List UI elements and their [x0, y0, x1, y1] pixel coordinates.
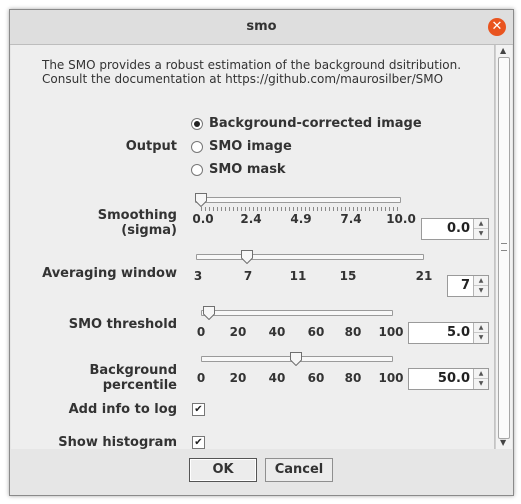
tick-label: 11 — [289, 269, 307, 283]
tick-label: 15 — [339, 269, 357, 283]
output-label: Output — [125, 139, 177, 154]
tick-label: 3 — [193, 269, 203, 283]
tick-label: 4.9 — [290, 212, 312, 226]
radio-label: Background-corrected image — [209, 116, 422, 131]
smoothing-spinner[interactable]: 0.0 ▲ ▼ — [421, 218, 489, 240]
show-histogram-checkbox[interactable]: ✔ — [192, 436, 205, 449]
button-bar: OK Cancel — [10, 450, 513, 495]
radio-label: SMO image — [209, 139, 292, 154]
dialog-window: smo ✕ The SMO provides a robust estimati… — [9, 9, 514, 496]
tick-label: 7.4 — [340, 212, 362, 226]
averaging-value[interactable]: 7 — [461, 278, 470, 293]
tick-label: 60 — [307, 325, 325, 339]
ok-button[interactable]: OK — [189, 458, 257, 482]
percentile-spinner[interactable]: 50.0 ▲ ▼ — [408, 368, 489, 390]
chevron-down-icon[interactable]: ▼ — [474, 333, 488, 343]
spinner-buttons[interactable]: ▲ ▼ — [473, 276, 488, 296]
tick-label: 100 — [378, 325, 404, 339]
dialog-content: The SMO provides a robust estimation of … — [11, 45, 495, 450]
threshold-slider[interactable]: 0 20 40 60 80 100 — [197, 306, 404, 342]
window-title: smo — [246, 19, 277, 34]
tick-label: 7 — [243, 269, 253, 283]
slider-thumb[interactable] — [203, 306, 215, 320]
tick-label: 80 — [344, 325, 362, 339]
radio-smo-image[interactable]: SMO image — [191, 139, 292, 154]
chevron-up-icon[interactable]: ▲ — [474, 219, 488, 229]
chevron-down-icon[interactable]: ▼ — [474, 379, 488, 389]
spinner-buttons[interactable]: ▲ ▼ — [473, 219, 488, 239]
tick-label: 2.4 — [240, 212, 262, 226]
averaging-slider[interactable]: 3 7 11 15 21 — [193, 250, 432, 286]
averaging-spinner[interactable]: 7 ▲ ▼ — [447, 275, 489, 297]
show-histogram-label: Show histogram — [58, 435, 177, 450]
scroll-down-icon[interactable]: ▼ — [500, 438, 506, 447]
tick-label: 20 — [229, 371, 247, 385]
chevron-up-icon[interactable]: ▲ — [474, 276, 488, 286]
smoothing-slider[interactable]: 0.0 2.4 4.9 7.4 10.0 — [192, 193, 416, 229]
close-icon[interactable]: ✕ — [488, 18, 506, 36]
radio-button-icon[interactable] — [191, 163, 203, 176]
grip-icon — [501, 243, 507, 251]
cancel-button[interactable]: Cancel — [265, 458, 333, 482]
slider-track[interactable] — [195, 197, 401, 203]
description-line-1: The SMO provides a robust estimation of … — [42, 58, 462, 72]
add-info-label: Add info to log — [68, 402, 177, 417]
vertical-scrollbar[interactable]: ▲ ▼ — [495, 45, 512, 449]
slider-thumb[interactable] — [195, 193, 207, 207]
percentile-value[interactable]: 50.0 — [438, 371, 470, 386]
radio-button-icon[interactable] — [191, 140, 203, 153]
tick-label: 0 — [196, 325, 206, 339]
tick-label: 80 — [344, 371, 362, 385]
threshold-value[interactable]: 5.0 — [447, 325, 470, 340]
chevron-up-icon[interactable]: ▲ — [474, 369, 488, 379]
averaging-label: Averaging window — [42, 266, 177, 281]
radio-label: SMO mask — [209, 162, 286, 177]
slider-ticks — [201, 207, 399, 211]
radio-smo-mask[interactable]: SMO mask — [191, 162, 286, 177]
tick-label: 60 — [307, 371, 325, 385]
tick-label: 0 — [196, 371, 206, 385]
smoothing-label: Smoothing (sigma) — [97, 208, 177, 238]
scrollbar-thumb[interactable] — [498, 57, 510, 439]
scroll-up-icon[interactable]: ▲ — [500, 46, 506, 55]
chevron-down-icon[interactable]: ▼ — [474, 286, 488, 296]
chevron-down-icon[interactable]: ▼ — [474, 229, 488, 239]
radio-button-icon[interactable] — [191, 117, 203, 130]
tick-label: 40 — [268, 371, 286, 385]
description: The SMO provides a robust estimation of … — [42, 58, 461, 86]
tick-label: 40 — [268, 325, 286, 339]
tick-label: 0.0 — [192, 212, 214, 226]
add-info-checkbox[interactable]: ✔ — [192, 403, 205, 416]
title-bar: smo ✕ — [10, 10, 513, 45]
radio-background-corrected[interactable]: Background-corrected image — [191, 116, 422, 131]
chevron-up-icon[interactable]: ▲ — [474, 323, 488, 333]
spinner-buttons[interactable]: ▲ ▼ — [473, 323, 488, 343]
slider-thumb[interactable] — [241, 250, 253, 264]
threshold-spinner[interactable]: 5.0 ▲ ▼ — [408, 322, 489, 344]
slider-thumb[interactable] — [290, 352, 302, 366]
slider-track[interactable] — [201, 310, 393, 316]
tick-label: 10.0 — [386, 212, 416, 226]
spinner-buttons[interactable]: ▲ ▼ — [473, 369, 488, 389]
smoothing-value[interactable]: 0.0 — [447, 221, 470, 236]
slider-track[interactable] — [196, 254, 424, 260]
tick-label: 100 — [378, 371, 404, 385]
tick-label: 20 — [229, 325, 247, 339]
threshold-label: SMO threshold — [68, 317, 177, 332]
percentile-slider[interactable]: 0 20 40 60 80 100 — [197, 352, 404, 388]
tick-label: 21 — [415, 269, 433, 283]
description-line-2: Consult the documentation at https://git… — [42, 72, 444, 86]
percentile-label: Background percentile — [89, 363, 178, 393]
